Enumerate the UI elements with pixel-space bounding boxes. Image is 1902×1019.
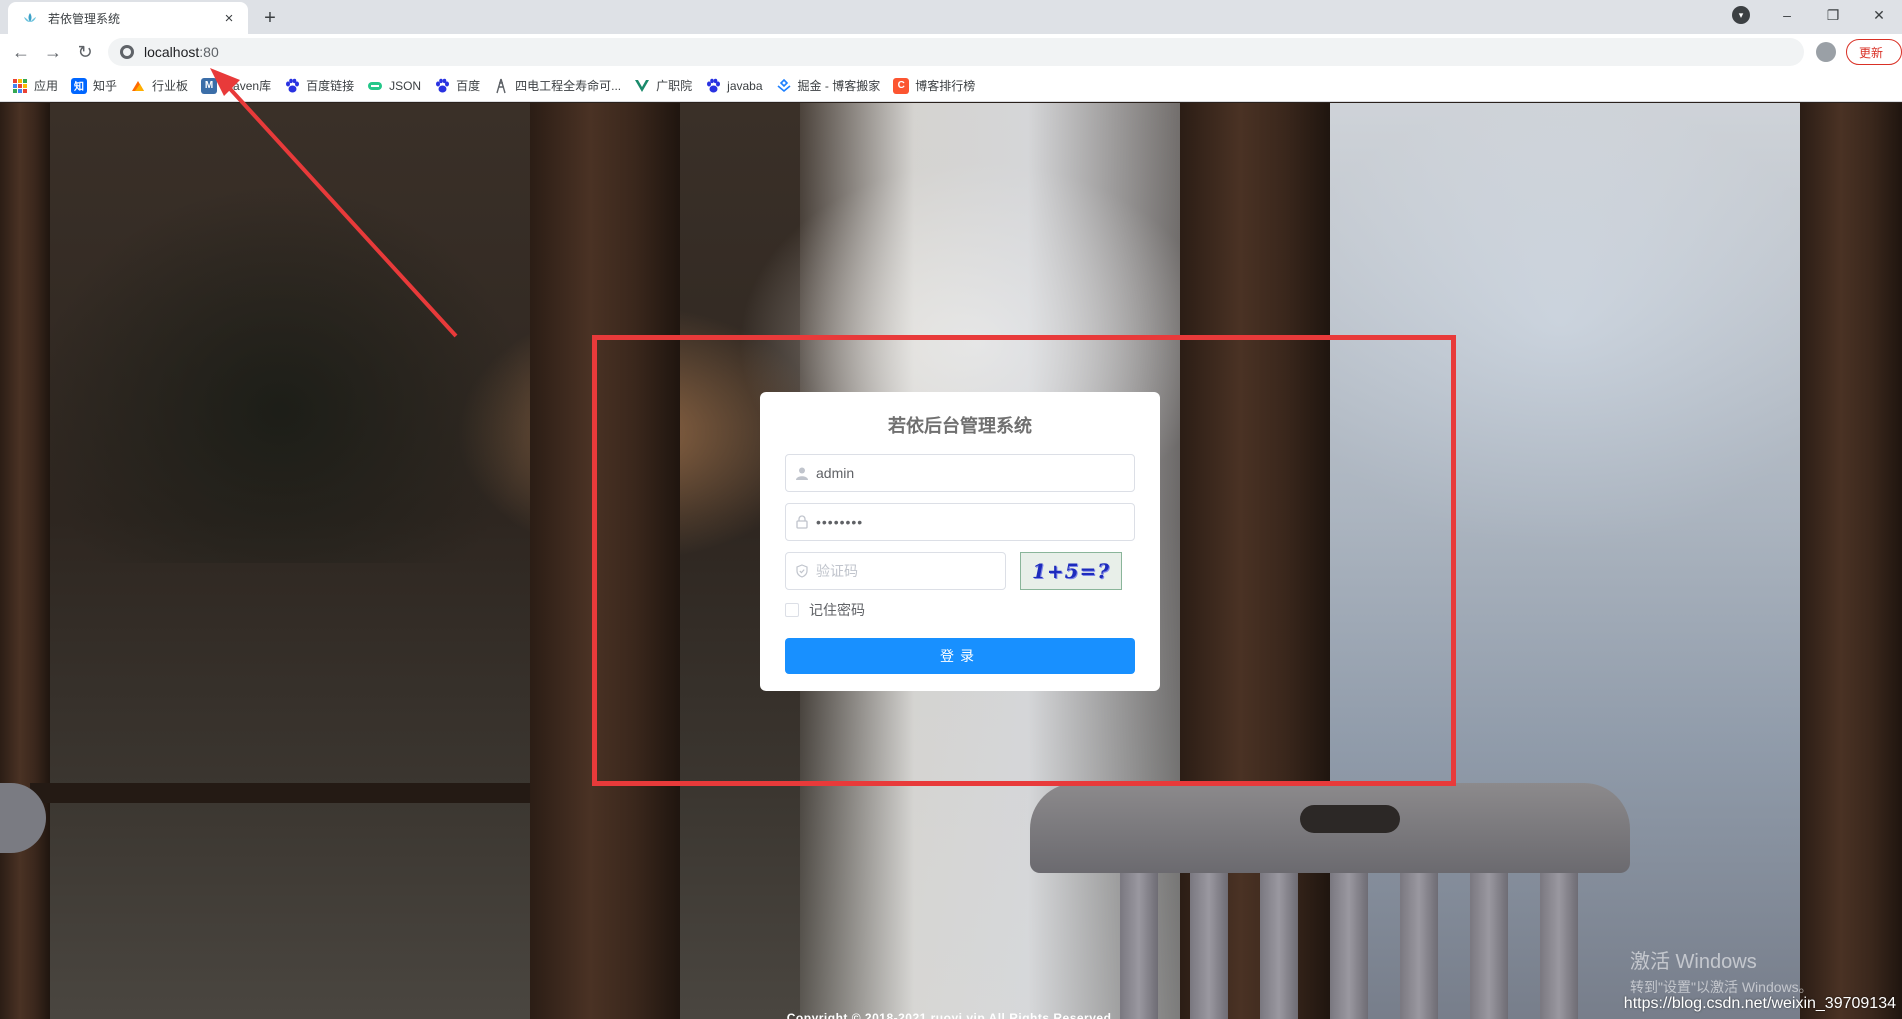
activation-subtitle: 转到"设置"以激活 Windows。 [1630,979,1813,995]
background-post [1800,103,1902,1019]
background-chair [1030,783,1630,1019]
window-controls: ▾ – ❐ ✕ [1718,0,1902,30]
chair-slat [1400,873,1438,1019]
bookmark-label: javaba [727,78,763,93]
baidu-paw-icon [707,78,721,92]
restore-button[interactable]: ❐ [1810,0,1856,30]
bookmark-industry[interactable]: 行业板 [130,77,188,94]
browser-tab-bar: 若依管理系统 × + ▾ – ❐ ✕ [0,0,1902,34]
bookmark-zhihu[interactable]: 知 知乎 [71,77,117,94]
bookmark-label: maven库 [223,79,272,93]
background-trees [30,183,530,563]
background-table [30,783,530,803]
captcha-placeholder: 验证码 [816,563,858,579]
shield-icon [796,564,808,578]
login-form: 若依后台管理系统 admin •••••••• 验证码 1+5=? 记住密码 登… [760,392,1160,691]
tab-title: 若依管理系统 [48,11,121,26]
minimize-button[interactable]: – [1764,0,1810,30]
bookmark-apps[interactable]: 应用 [12,77,58,94]
bookmark-baidu-links[interactable]: 百度链接 [284,77,354,94]
bookmark-label: 掘金 - 博客搬家 [797,79,881,93]
csdn-icon: C [893,77,910,94]
bookmark-label: JSON [389,78,422,93]
tab-close-icon[interactable]: × [220,9,238,27]
chair-slat [1470,873,1508,1019]
reload-button[interactable]: ↻ [72,39,98,65]
bookmark-blog-ranking[interactable]: C 博客排行榜 [893,77,975,94]
chair-slat [1190,873,1228,1019]
bookmark-label: 知乎 [93,79,118,93]
new-tab-button[interactable]: + [258,6,282,30]
site-info-icon[interactable] [120,45,134,59]
username-value: admin [816,465,855,481]
bookmark-label: 广职院 [656,79,693,93]
lock-icon [796,515,808,529]
remember-label: 记住密码 [809,602,865,618]
remember-checkbox[interactable] [785,603,799,617]
activation-title: 激活 Windows [1630,951,1757,973]
chair-slat [1540,873,1578,1019]
update-button[interactable]: 更新 [1846,39,1902,65]
baidu-paw-icon [286,78,300,92]
bookmark-baidu[interactable]: 百度 [434,77,480,94]
tower-icon [496,78,506,93]
browser-toolbar: ← → ↻ localhost:80 更新 [0,34,1902,70]
forward-button[interactable]: → [40,39,66,65]
industry-icon [132,80,145,91]
browser-tab-active[interactable]: 若依管理系统 × [8,2,248,34]
ruoyi-lotus-icon [24,13,36,22]
profile-dropdown-icon[interactable]: ▾ [1718,0,1764,30]
back-button[interactable]: ← [8,39,34,65]
login-button[interactable]: 登录 [785,638,1135,674]
maven-icon: M [201,77,218,94]
juejin-icon [777,78,791,92]
chair-slat [1330,873,1368,1019]
json-icon [368,81,383,90]
url-port: :80 [199,44,219,60]
bookmark-javaba[interactable]: javaba [705,78,763,94]
captcha-input[interactable]: 验证码 [785,552,1006,590]
footer-copyright: Copyright © 2018-2021 ruoyi.vip All Righ… [786,1011,1116,1019]
remember-password[interactable]: 记住密码 [785,600,865,620]
captcha-text: 1+5=? [1031,559,1111,583]
vue-icon [635,79,650,92]
chair-slat [1120,873,1158,1019]
apps-grid-icon [13,78,27,93]
chair-slat [1260,873,1298,1019]
chair-back [1030,783,1630,873]
bookmark-label: 四电工程全寿命可... [515,79,622,93]
url-host: localhost [144,44,200,60]
login-page: 若依后台管理系统 admin •••••••• 验证码 1+5=? 记住密码 登… [0,103,1902,1019]
csdn-url-watermark: https://blog.csdn.net/weixin_39709134 [1623,995,1896,1012]
password-value: •••••••• [816,514,864,530]
user-icon [796,467,808,480]
login-title: 若依后台管理系统 [888,416,1032,437]
bookmark-label: 百度链接 [306,79,355,93]
username-field[interactable]: admin [785,454,1135,492]
bookmark-power-engineering[interactable]: 四电工程全寿命可... [493,77,621,94]
password-field[interactable]: •••••••• [785,503,1135,541]
update-label: 更新 [1859,45,1884,60]
chair-handle-hole [1300,805,1400,833]
bookmark-label: 行业板 [152,79,189,93]
profile-avatar-icon[interactable] [1816,42,1836,62]
close-window-button[interactable]: ✕ [1856,0,1902,30]
bookmarks-bar: 应用 知 知乎 行业板 M maven库 百度链接 JSON 百度 四电工程全寿… [0,70,1902,102]
bookmark-juejin[interactable]: 掘金 - 博客搬家 [776,77,881,94]
zhihu-icon: 知 [71,77,88,94]
bookmark-label: 百度 [456,79,481,93]
background-post [0,103,50,1019]
bookmark-label: 博客排行榜 [915,79,976,93]
bookmark-maven[interactable]: M maven库 [201,77,271,94]
windows-activation-watermark: 激活 Windows 转到"设置"以激活 Windows。 [1630,945,1813,997]
baidu-paw-icon [436,78,450,92]
bookmark-gzy[interactable]: 广职院 [634,77,692,94]
captcha-image[interactable]: 1+5=? [1020,552,1122,590]
address-bar[interactable]: localhost:80 [108,38,1804,66]
bookmark-json[interactable]: JSON [367,78,421,94]
login-button-label: 登录 [940,648,980,664]
bookmark-label: 应用 [34,79,59,93]
